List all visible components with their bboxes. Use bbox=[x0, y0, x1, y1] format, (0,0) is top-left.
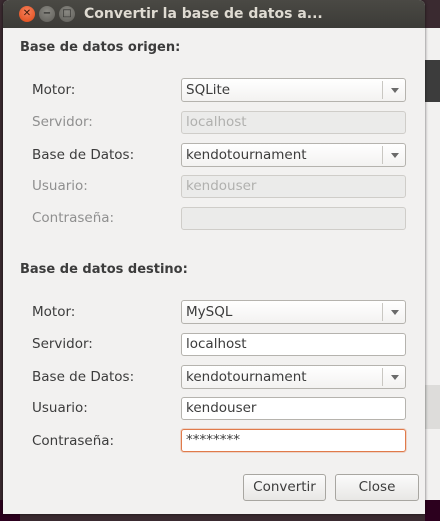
destination-contrasena-label: Contraseña: bbox=[32, 433, 115, 449]
destination-servidor-input[interactable]: localhost bbox=[181, 333, 406, 356]
combo-separator bbox=[382, 146, 383, 164]
chevron-down-icon bbox=[391, 375, 399, 380]
desktop-background bbox=[425, 500, 440, 521]
close-window-button[interactable]: ✕ bbox=[19, 6, 35, 22]
maximize-window-button[interactable]: □ bbox=[59, 6, 75, 22]
origin-servidor-input: localhost bbox=[181, 111, 406, 134]
window-title: Convertir la base de datos a... bbox=[84, 6, 323, 22]
combo-separator bbox=[382, 81, 383, 99]
origin-usuario-input: kendouser bbox=[181, 175, 406, 198]
close-icon: ✕ bbox=[22, 8, 32, 19]
origin-servidor-label: Servidor: bbox=[32, 114, 93, 130]
destination-motor-select[interactable]: MySQL bbox=[181, 300, 406, 324]
chevron-down-icon bbox=[391, 153, 399, 158]
minimize-window-button[interactable]: − bbox=[39, 6, 55, 22]
destination-servidor-label: Servidor: bbox=[32, 336, 93, 352]
background-window-panel bbox=[425, 385, 440, 429]
origin-usuario-label: Usuario: bbox=[32, 178, 88, 194]
chevron-down-icon bbox=[391, 310, 399, 315]
maximize-icon: □ bbox=[62, 8, 72, 19]
destination-motor-value: MySQL bbox=[186, 304, 233, 320]
origin-contrasena-label: Contraseña: bbox=[32, 210, 115, 226]
minimize-icon: − bbox=[42, 8, 52, 19]
origin-motor-value: SQLite bbox=[186, 82, 231, 98]
destination-usuario-input[interactable]: kendouser bbox=[181, 397, 406, 420]
title-bar[interactable]: ✕ − □ Convertir la base de datos a... bbox=[3, 0, 425, 28]
destination-base-datos-label: Base de Datos: bbox=[32, 369, 135, 385]
chevron-down-icon bbox=[391, 88, 399, 93]
combo-separator bbox=[382, 303, 383, 321]
origin-heading: Base de datos origen: bbox=[20, 40, 181, 55]
origin-base-datos-select[interactable]: kendotournament bbox=[181, 143, 406, 167]
origin-motor-label: Motor: bbox=[32, 82, 76, 98]
destination-heading: Base de datos destino: bbox=[20, 262, 188, 277]
destination-base-datos-select[interactable]: kendotournament bbox=[181, 365, 406, 389]
origin-motor-select[interactable]: SQLite bbox=[181, 78, 406, 102]
background-window-toolbar bbox=[425, 60, 440, 102]
origin-base-datos-value: kendotournament bbox=[186, 147, 307, 163]
destination-motor-label: Motor: bbox=[32, 304, 76, 320]
destination-contrasena-input[interactable]: ******** bbox=[181, 429, 406, 452]
combo-separator bbox=[382, 368, 383, 386]
origin-base-datos-label: Base de Datos: bbox=[32, 147, 135, 163]
convert-database-dialog: ✕ − □ Convertir la base de datos a... Ba… bbox=[3, 0, 425, 514]
close-button[interactable]: Close bbox=[335, 474, 419, 501]
origin-contrasena-input bbox=[181, 207, 406, 230]
convert-button[interactable]: Convertir bbox=[243, 474, 326, 501]
destination-usuario-label: Usuario: bbox=[32, 400, 88, 416]
destination-base-datos-value: kendotournament bbox=[186, 369, 307, 385]
